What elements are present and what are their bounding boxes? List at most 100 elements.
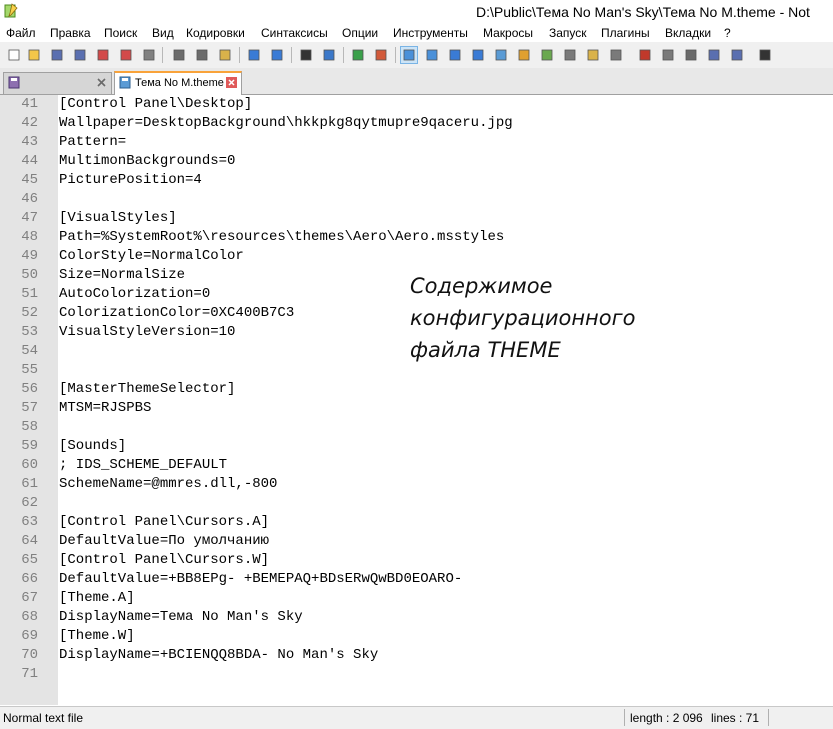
line-number: 71 — [21, 666, 38, 682]
line-text[interactable]: [Sounds] — [59, 437, 126, 456]
line-text[interactable]: [Control Panel\Desktop] — [59, 95, 252, 114]
line-number: 60 — [21, 457, 38, 473]
stop-record-icon[interactable] — [659, 46, 677, 64]
text-editor[interactable]: 41 [Control Panel\Desktop] 42 Wallpaper=Des… — [0, 95, 833, 705]
menu-item[interactable]: Кодировки — [186, 26, 245, 40]
menu-item[interactable]: Инструменты — [393, 26, 468, 40]
redo-icon[interactable] — [268, 46, 286, 64]
notepad-plus-plus-icon — [4, 3, 18, 18]
sync-vertical-icon[interactable] — [400, 46, 418, 64]
line-text[interactable]: Pattern= — [59, 133, 126, 152]
replace-icon[interactable] — [320, 46, 338, 64]
new-file-icon[interactable] — [5, 46, 23, 64]
line-text[interactable]: AutoColorization=0 — [59, 285, 210, 304]
spell-check-icon[interactable] — [756, 46, 774, 64]
record-macro-icon[interactable] — [636, 46, 654, 64]
line-text[interactable]: Wallpaper=DesktopBackground\hkkpkg8qytmu… — [59, 114, 513, 133]
open-file-icon[interactable] — [25, 46, 43, 64]
menu-bar: Файл Правка Поиск Вид Кодировки Синтаксисы Опц… — [0, 24, 833, 42]
annotation-line: Содержимое — [410, 274, 553, 298]
line-text[interactable]: PicturePosition=4 — [59, 171, 202, 190]
zoom-out-icon[interactable] — [372, 46, 390, 64]
line-number: 49 — [21, 248, 38, 264]
tab-close-icon[interactable] — [226, 77, 237, 88]
annotation-line: конфигурационного — [410, 306, 636, 330]
show-all-chars-icon[interactable] — [469, 46, 487, 64]
line-number: 68 — [21, 609, 38, 625]
line-text[interactable]: MultimonBackgrounds=0 — [59, 152, 235, 171]
menu-item[interactable]: Плагины — [601, 26, 650, 40]
line-text[interactable]: DisplayName=+BCIENQQ8BDA- No Man's Sky — [59, 646, 378, 665]
line-text[interactable]: DefaultValue=По умолчанию — [59, 532, 269, 551]
tab-close-icon[interactable] — [96, 77, 107, 88]
save-all-icon[interactable] — [71, 46, 89, 64]
menu-item[interactable]: Синтаксисы — [261, 26, 328, 40]
saved-document-icon — [8, 76, 20, 89]
line-text[interactable]: [Control Panel\Cursors.A] — [59, 513, 269, 532]
menu-item[interactable]: Опции — [342, 26, 378, 40]
editor-line: 69 [Theme.W] — [0, 627, 833, 646]
line-number: 44 — [21, 153, 38, 169]
window-title: D:\Public\Тема No Man's Sky\Тема No M.th… — [476, 4, 810, 20]
line-text[interactable]: ColorStyle=NormalColor — [59, 247, 244, 266]
menu-item[interactable]: ? — [724, 26, 731, 40]
line-text[interactable]: [VisualStyles] — [59, 209, 177, 228]
line-number: 50 — [21, 267, 38, 283]
tab-document-1[interactable] — [3, 72, 112, 94]
sync-horizontal-icon[interactable] — [423, 46, 441, 64]
save-icon[interactable] — [48, 46, 66, 64]
save-macro-icon[interactable] — [728, 46, 746, 64]
run-macro-multiple-icon[interactable] — [705, 46, 723, 64]
line-text[interactable]: DefaultValue=+BB8EPg- +BEMEPAQ+BDsERwQwB… — [59, 570, 462, 589]
indent-guide-icon[interactable] — [492, 46, 510, 64]
toolbar — [0, 42, 833, 69]
doc-map-icon[interactable] — [538, 46, 556, 64]
line-text[interactable]: [Theme.W] — [59, 627, 135, 646]
monitoring-icon[interactable] — [607, 46, 625, 64]
status-file-type: Normal text file — [3, 711, 84, 725]
menu-item[interactable]: Вкладки — [665, 26, 711, 40]
find-icon[interactable] — [297, 46, 315, 64]
line-number: 70 — [21, 647, 38, 663]
saved-document-icon — [119, 76, 131, 89]
play-macro-icon[interactable] — [682, 46, 700, 64]
menu-item[interactable]: Файл — [6, 26, 36, 40]
word-wrap-icon[interactable] — [446, 46, 464, 64]
menu-item[interactable]: Запуск — [549, 26, 587, 40]
editor-line: 46 — [0, 190, 833, 209]
line-number: 45 — [21, 172, 38, 188]
line-text[interactable]: VisualStyleVersion=10 — [59, 323, 235, 342]
line-text[interactable]: [MasterThemeSelector] — [59, 380, 235, 399]
line-number: 53 — [21, 324, 38, 340]
function-list-icon[interactable] — [561, 46, 579, 64]
line-text[interactable]: SchemeName=@mmres.dll,-800 — [59, 475, 277, 494]
line-number: 47 — [21, 210, 38, 226]
line-text[interactable]: DisplayName=Тема No Man's Sky — [59, 608, 303, 627]
menu-item[interactable]: Поиск — [104, 26, 137, 40]
line-text[interactable]: Path=%SystemRoot%\resources\themes\Aero\… — [59, 228, 504, 247]
paste-icon[interactable] — [216, 46, 234, 64]
close-icon[interactable] — [94, 46, 112, 64]
line-text[interactable]: ColorizationColor=0XC400B7C3 — [59, 304, 294, 323]
close-all-icon[interactable] — [117, 46, 135, 64]
line-text[interactable]: Size=NormalSize — [59, 266, 185, 285]
line-number: 57 — [21, 400, 38, 416]
copy-icon[interactable] — [193, 46, 211, 64]
menu-item[interactable]: Макросы — [483, 26, 533, 40]
line-number: 62 — [21, 495, 38, 511]
cut-icon[interactable] — [170, 46, 188, 64]
print-icon[interactable] — [140, 46, 158, 64]
line-text[interactable]: MTSM=RJSPBS — [59, 399, 151, 418]
folder-workspace-icon[interactable] — [584, 46, 602, 64]
line-text[interactable]: [Theme.A] — [59, 589, 135, 608]
menu-item[interactable]: Вид — [152, 26, 174, 40]
user-language-icon[interactable] — [515, 46, 533, 64]
line-text[interactable]: ; IDS_SCHEME_DEFAULT — [59, 456, 227, 475]
zoom-in-icon[interactable] — [349, 46, 367, 64]
undo-icon[interactable] — [245, 46, 263, 64]
status-bar: Normal text file length : 2 096 lines : … — [0, 706, 833, 729]
line-number: 64 — [21, 533, 38, 549]
menu-item[interactable]: Правка — [50, 26, 91, 40]
tab-document-2[interactable]: Тема No M.theme — [114, 71, 242, 95]
line-text[interactable]: [Control Panel\Cursors.W] — [59, 551, 269, 570]
